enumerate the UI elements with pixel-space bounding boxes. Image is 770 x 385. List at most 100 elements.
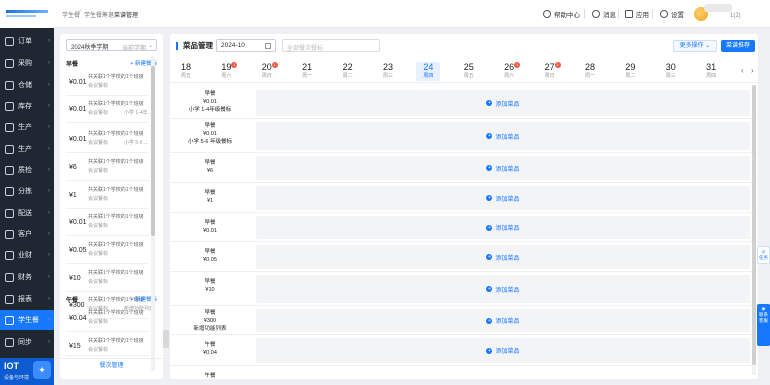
card-tag: 会议餐标 <box>88 168 109 174</box>
date-25[interactable]: 25 周五 <box>457 62 481 81</box>
meal-standard-card[interactable]: ¥0.04 共关联1个学校的1个班级 会议餐标 <box>66 306 149 332</box>
sidebar-item-13[interactable]: 报表 › <box>0 289 54 309</box>
card-description: 共关联1个学校的1个班级 <box>88 74 144 80</box>
term-select[interactable]: 2024秋季学期 当前学期 ⌄ <box>66 39 157 52</box>
date-22[interactable]: 22 周二 <box>336 62 360 81</box>
page-title: 菜品管理 <box>176 42 213 50</box>
more-actions-button[interactable]: 更多操作 ⌄ <box>673 40 717 52</box>
meal-standard-card[interactable]: ¥6 共关联1个学校的1个班级 会议餐标 <box>66 155 149 181</box>
meal-price: ¥0.01 <box>203 131 217 137</box>
meal-price: ¥0.04 <box>203 350 217 356</box>
card-description: 共关联1个学校的1个班级 <box>88 159 144 165</box>
card-note: 小学 1-4年... <box>124 110 152 116</box>
sidebar-item-11[interactable]: 业财 › <box>0 245 54 265</box>
sidebar-item-15[interactable]: 同步 › <box>0 332 54 352</box>
robot-icon[interactable]: ✦ <box>33 361 51 379</box>
meal-standard-card[interactable]: ¥0.05 共关联1个学校的1个班级 会议餐标 <box>66 238 149 264</box>
date-18[interactable]: 18 周五 <box>174 62 198 81</box>
sidebar-item-8[interactable]: 分拣 › <box>0 181 54 201</box>
date-30[interactable]: 30 周三 <box>659 62 683 81</box>
sidebar-item-7[interactable]: 质检 › <box>0 160 54 180</box>
iot-panel[interactable]: IOT 设备与环境 ✦ <box>0 358 54 385</box>
add-dish-button[interactable]: + 添加菜品 <box>256 122 750 150</box>
chevron-down-icon: ⌄ <box>147 43 153 49</box>
meal-info: 早餐 ¥0.01 小学 5-6 年级餐标 <box>170 122 250 146</box>
right-scrollbar[interactable] <box>752 85 756 375</box>
chevron-right-icon: › <box>48 210 50 216</box>
sidebar-item-1[interactable]: 订单 › <box>0 31 54 51</box>
card-price: ¥6 <box>69 164 77 171</box>
meal-name: 早餐 <box>204 190 216 196</box>
add-dish-button[interactable]: + 添加菜品 <box>256 216 750 239</box>
meal-standard-card[interactable]: ¥0.01 共关联1个学校的1个班级 会议餐标 小学 5-6 ... <box>66 127 149 153</box>
meal-standard-card[interactable]: ¥0.01 共关联1个学校的1个班级 会议餐标 <box>66 70 149 96</box>
apps-button[interactable]: 应用 <box>625 8 649 20</box>
date-number: 24 <box>423 62 434 72</box>
sidebar-item-9[interactable]: 配送 › <box>0 203 54 223</box>
date-28[interactable]: 28 周一 <box>578 62 602 81</box>
chevron-right-icon: › <box>48 274 50 280</box>
task-float-button[interactable]: ◎ 任务 <box>757 246 770 264</box>
sidebar-item-5[interactable]: 生产 › <box>0 117 54 137</box>
date-26[interactable]: 26 周六 1 <box>497 62 521 81</box>
card-tag: 会议餐标 <box>88 223 109 229</box>
add-dish-button[interactable]: + 添加菜品 <box>256 186 750 210</box>
inventory-icon <box>5 101 14 111</box>
meal-manage-button[interactable]: 餐次管理 <box>60 358 163 372</box>
settings-button[interactable]: 设置 <box>660 8 684 20</box>
purchase-icon <box>5 58 14 68</box>
date-31[interactable]: 31 周四 <box>699 62 723 81</box>
date-24[interactable]: 24 周四 <box>416 62 441 81</box>
date-27[interactable]: 27 周日 1 <box>538 62 562 81</box>
sidebar-item-4[interactable]: 库存 › <box>0 96 54 116</box>
date-21[interactable]: 21 周一 <box>295 62 319 81</box>
add-dish-button[interactable]: + 添加菜品 <box>256 338 750 363</box>
meal-standard-card[interactable]: ¥0.01 共关联1个学校的1个班级 会议餐标 小学 1-4年... <box>66 97 152 123</box>
meal-standard-card[interactable]: ¥15 共关联1个学校的1个班级 会议餐标 <box>66 334 149 356</box>
sidebar-item-6[interactable]: 生产 › <box>0 139 54 159</box>
add-dish-button[interactable]: + 添加菜品 <box>256 90 750 116</box>
meal-name: 早餐 <box>204 279 216 285</box>
date-20[interactable]: 20 周日 1 <box>255 62 279 81</box>
add-dish-label: 添加菜品 <box>495 226 520 232</box>
add-dish-label: 添加菜品 <box>495 287 520 294</box>
sidebar-item-12[interactable]: 财务 › <box>0 267 54 287</box>
add-dish-button[interactable]: + 添加菜品 <box>256 309 750 332</box>
date-19[interactable]: 19 周六 1 <box>214 62 238 81</box>
sidebar-item-2[interactable]: 采购 › <box>0 53 54 73</box>
sidebar-item-3[interactable]: 仓储 › <box>0 75 54 95</box>
left-scrollbar[interactable] <box>151 56 155 371</box>
recipe-recommend-button[interactable]: 菜谱推荐 <box>721 40 755 52</box>
meal-name: 早餐 <box>204 310 216 316</box>
meal-name: 早餐 <box>204 123 216 129</box>
card-description: 共关联1个学校的1个班级 <box>88 242 144 248</box>
finance-icon <box>5 250 14 260</box>
meal-row: 午餐 ¥0.04 + 添加菜品 <box>170 335 758 366</box>
date-29[interactable]: 29 周二 <box>618 62 642 81</box>
sidebar-item-14[interactable]: 学生餐 › <box>0 310 54 330</box>
meal-standard-card[interactable]: ¥10 共关联1个学校的1个班级 会议餐标 <box>66 266 149 292</box>
chevron-right-icon: › <box>48 82 50 88</box>
meal-name: 早餐 <box>204 91 216 97</box>
student-meal-icon <box>5 315 14 325</box>
meal-standard-card[interactable]: ¥1 共关联1个学校的1个班级 会议餐标 <box>66 183 149 209</box>
add-dish-button[interactable]: + 添加菜品 <box>256 245 750 269</box>
messages-button[interactable]: 消息 <box>592 8 616 20</box>
add-dish-button[interactable]: + 添加菜品 <box>256 275 750 303</box>
add-dish-button[interactable]: + 添加菜品 <box>256 156 750 180</box>
sidebar-item-10[interactable]: 客户 › <box>0 224 54 244</box>
sidebar-item-label: 客户 <box>18 231 32 238</box>
collapse-handle[interactable] <box>163 330 169 348</box>
meal-standard-select[interactable]: 全部餐次餐标 <box>282 39 380 52</box>
next-week-icon[interactable]: › <box>751 66 754 75</box>
meal-name: 午餐 <box>204 373 216 379</box>
weekday-label: 周三 <box>382 73 393 79</box>
date-23[interactable]: 23 周三 <box>376 62 400 81</box>
prev-week-icon[interactable]: ‹ <box>741 66 744 75</box>
month-picker[interactable]: 2024-10 <box>216 39 276 52</box>
breadcrumb-level1[interactable]: 学生餐 <box>62 10 80 19</box>
meal-standard-card[interactable]: ¥0.01 共关联1个学校的1个班级 会议餐标 <box>66 210 149 236</box>
help-center-button[interactable]: 帮助中心 <box>543 8 580 20</box>
support-float-button[interactable]: ◉ 联系客服 <box>757 304 770 346</box>
user-name[interactable]: 1(2) <box>730 13 741 19</box>
